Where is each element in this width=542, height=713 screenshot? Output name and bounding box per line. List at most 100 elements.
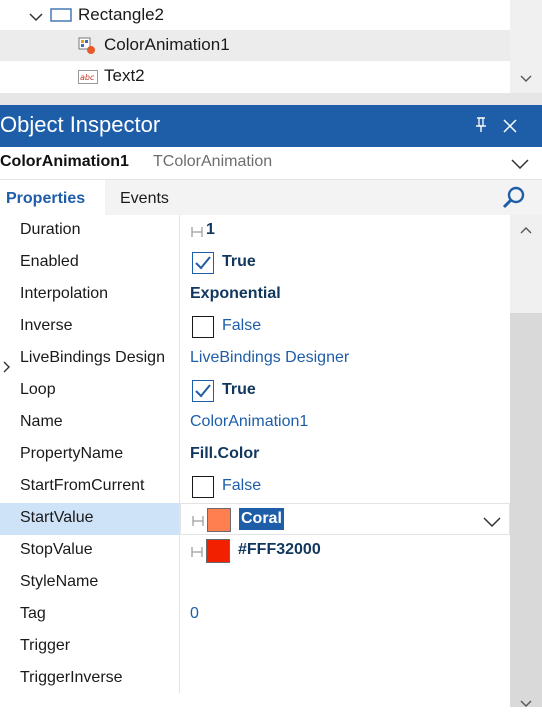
property-value[interactable]: [180, 631, 510, 663]
property-value-text: Exponential: [190, 285, 281, 302]
property-row-startfromcurrent[interactable]: StartFromCurrent False: [0, 471, 510, 503]
close-icon[interactable]: [502, 118, 518, 139]
property-name: TriggerInverse: [20, 669, 123, 686]
color-animation-icon: [78, 37, 96, 60]
property-value[interactable]: Fill.Color: [180, 439, 510, 471]
property-value[interactable]: #FFF32000: [180, 535, 510, 567]
chevron-down-icon[interactable]: [483, 514, 501, 532]
chevron-down-icon[interactable]: [520, 695, 532, 713]
pin-icon[interactable]: [474, 117, 488, 138]
component-selector[interactable]: ColorAnimation1 TColorAnimation: [0, 147, 542, 180]
property-row-tag[interactable]: Tag 0: [0, 599, 510, 631]
property-value[interactable]: [180, 567, 510, 599]
property-row-startvalue[interactable]: StartValue Coral: [0, 503, 510, 535]
property-value: True: [180, 375, 510, 407]
property-value: False: [180, 471, 510, 503]
property-value-editor[interactable]: Coral: [180, 503, 510, 535]
property-row-triggerinverse[interactable]: TriggerInverse: [0, 663, 510, 695]
search-icon[interactable]: [502, 185, 526, 214]
property-value: False: [180, 311, 510, 343]
property-value-text[interactable]: Coral: [239, 508, 284, 530]
chevron-down-icon[interactable]: [511, 156, 529, 174]
property-row-livebindings-design[interactable]: LiveBindings Design LiveBindings Designe…: [0, 343, 510, 375]
property-value-text: #FFF32000: [238, 541, 321, 558]
property-value-text: True: [222, 253, 256, 270]
property-value-text: False: [222, 317, 262, 334]
panel-splitter[interactable]: [0, 93, 542, 105]
property-value[interactable]: ColorAnimation1: [180, 407, 510, 439]
component-name: ColorAnimation1: [0, 153, 129, 170]
property-row-inverse[interactable]: Inverse False: [0, 311, 510, 343]
color-swatch[interactable]: [207, 508, 231, 532]
property-grid-scrollbar[interactable]: [510, 215, 542, 707]
tree-scrollbar[interactable]: [510, 0, 542, 93]
svg-text:abc: abc: [80, 73, 95, 82]
panel-title: Object Inspector: [0, 112, 161, 137]
property-value: True: [180, 247, 510, 279]
property-row-stopvalue[interactable]: StopValue #FFF32000: [0, 535, 510, 567]
property-name: Enabled: [20, 253, 79, 270]
property-value-text: ColorAnimation1: [190, 413, 309, 430]
binding-icon: [191, 225, 203, 243]
tree-item-coloranimation1[interactable]: ColorAnimation1: [0, 30, 510, 61]
chevron-down-icon[interactable]: [520, 70, 532, 82]
structure-tree: Rectangle2 ColorAnimation1 abc Text2: [0, 0, 542, 93]
property-value-text: Fill.Color: [190, 445, 260, 462]
tree-item-label: ColorAnimation1: [104, 35, 230, 54]
property-value-text: False: [222, 477, 262, 494]
component-type: TColorAnimation: [153, 153, 273, 170]
binding-icon: [192, 514, 204, 532]
property-value[interactable]: 0: [180, 599, 510, 631]
property-value-link[interactable]: LiveBindings Designer: [190, 349, 349, 367]
property-name: StartValue: [0, 503, 179, 535]
property-value-text: 1: [206, 221, 215, 238]
property-name: StartFromCurrent: [20, 477, 145, 494]
property-name: PropertyName: [20, 445, 124, 462]
property-name: StopValue: [20, 541, 93, 558]
property-value[interactable]: Exponential: [180, 279, 510, 311]
checkbox-checked[interactable]: [192, 252, 214, 274]
property-row-name[interactable]: Name ColorAnimation1: [0, 407, 510, 439]
property-name: Duration: [20, 221, 81, 238]
tree-item-rectangle2[interactable]: Rectangle2: [0, 0, 510, 31]
property-value[interactable]: LiveBindings Designer: [180, 343, 510, 375]
binding-icon: [191, 545, 203, 563]
property-row-enabled[interactable]: Enabled True: [0, 247, 510, 279]
chevron-right-icon[interactable]: [3, 354, 11, 375]
rectangle-icon: [50, 7, 72, 28]
property-name: Interpolation: [20, 285, 109, 302]
property-name: Trigger: [20, 637, 71, 654]
chevron-down-icon[interactable]: [29, 9, 43, 27]
tab-events[interactable]: Events: [120, 180, 169, 215]
object-inspector-titlebar: Object Inspector: [0, 105, 542, 147]
tree-item-text2[interactable]: abc Text2: [0, 61, 510, 92]
tree-item-label: Rectangle2: [78, 5, 165, 24]
property-row-interpolation[interactable]: Interpolation Exponential: [0, 279, 510, 311]
property-name: Name: [20, 413, 63, 430]
scrollbar-thumb[interactable]: [510, 313, 542, 707]
property-value-text: True: [222, 381, 256, 398]
property-name-label: LiveBindings Design: [20, 349, 165, 366]
text-abc-icon: abc: [78, 70, 98, 89]
property-name: Loop: [20, 381, 56, 398]
property-name: Inverse: [20, 317, 73, 334]
property-row-propertyname[interactable]: PropertyName Fill.Color: [0, 439, 510, 471]
property-row-duration[interactable]: Duration 1: [0, 215, 510, 247]
property-value[interactable]: 1: [180, 215, 510, 247]
property-row-stylename[interactable]: StyleName: [0, 567, 510, 599]
inspector-tabs: Properties Events: [0, 180, 542, 215]
property-row-loop[interactable]: Loop True: [0, 375, 510, 407]
checkbox-unchecked[interactable]: [192, 476, 214, 498]
property-row-trigger[interactable]: Trigger: [0, 631, 510, 663]
tab-properties[interactable]: Properties: [0, 180, 105, 215]
property-value-text: 0: [190, 605, 199, 622]
checkbox-checked[interactable]: [192, 380, 214, 402]
tree-item-label: Text2: [104, 66, 145, 85]
property-name: Tag: [20, 605, 46, 622]
property-grid: Duration 1 Enabled True Interpolation Ex…: [0, 215, 510, 707]
property-name: LiveBindings Design: [0, 343, 179, 375]
property-value[interactable]: [180, 663, 510, 695]
chevron-up-icon[interactable]: [520, 221, 532, 239]
color-swatch[interactable]: [206, 539, 230, 563]
checkbox-unchecked[interactable]: [192, 316, 214, 338]
